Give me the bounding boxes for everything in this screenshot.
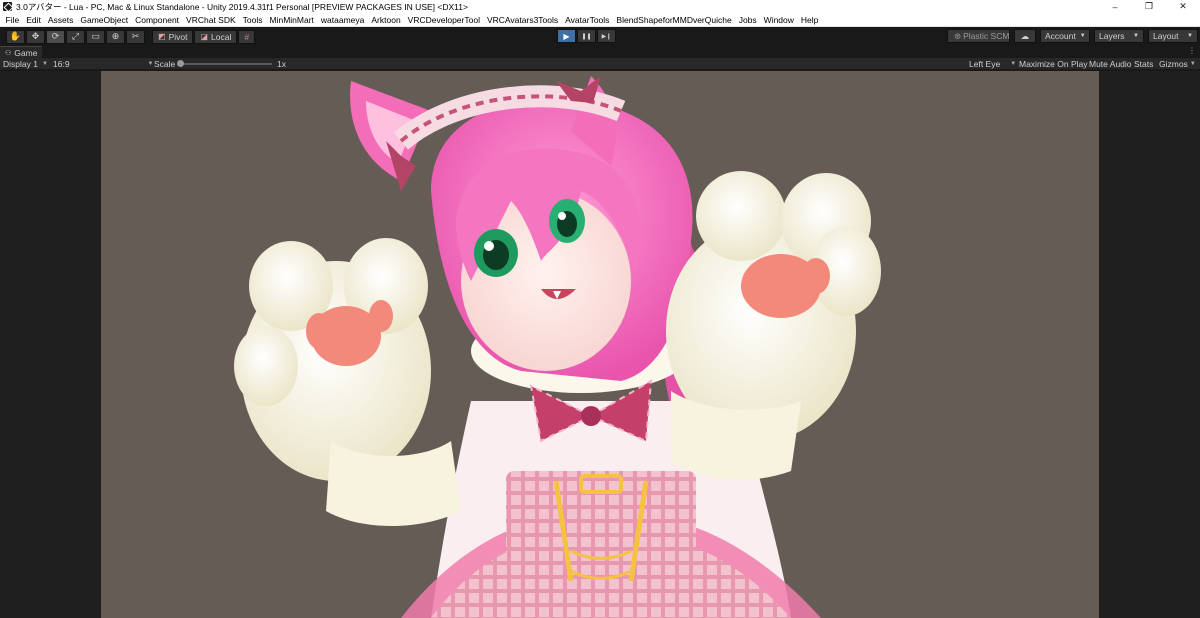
transform-tool-icon[interactable]: ⊕ (106, 29, 125, 44)
game-render-view[interactable] (101, 71, 1099, 618)
layers-dropdown[interactable]: Layers ▼ (1094, 29, 1144, 43)
rect-tool-icon[interactable]: ▭ (86, 29, 105, 44)
eye-dropdown[interactable]: Left Eye ▼ (969, 59, 1016, 69)
window-controls: – ❐ ✕ (1098, 0, 1200, 13)
menu-wataameya[interactable]: wataameya (317, 15, 367, 25)
title-bar: 3.0アバター - Lua - PC, Mac & Linux Standalo… (0, 0, 1200, 13)
gizmos-dropdown[interactable]: Gizmos ▼ (1159, 59, 1196, 69)
menu-blendshape[interactable]: BlendShapeforMMDverQuiche (613, 15, 735, 25)
menu-bar: File Edit Assets GameObject Component VR… (0, 13, 1200, 27)
tab-game[interactable]: ⚇ Game (0, 46, 42, 58)
menu-assets[interactable]: Assets (44, 15, 77, 25)
pivot-toggle-button[interactable]: ◩ Pivot (152, 29, 194, 44)
window-title: 3.0アバター - Lua - PC, Mac & Linux Standalo… (16, 1, 468, 12)
chevron-down-icon: ▼ (41, 61, 48, 67)
hand-tool-icon[interactable]: ✋ (6, 29, 25, 44)
tab-bar: ⚇ Game ⋮ (0, 46, 1200, 58)
mute-audio-toggle[interactable]: Mute Audio (1089, 59, 1132, 69)
menu-tools[interactable]: Tools (239, 15, 266, 25)
menu-window[interactable]: Window (760, 15, 797, 25)
chevron-down-icon: ▼ (1010, 61, 1017, 67)
scale-value: 1x (277, 59, 286, 69)
rotate-tool-icon[interactable]: ⟳ (46, 29, 65, 44)
game-view-toolbar: Display 1 ▼ 16:9 ▼ Scale 1x Left Eye ▼ Maxi… (0, 58, 1200, 70)
play-controls: ▶ ❚❚ ▶❙ (557, 29, 617, 43)
unity-logo-icon (3, 2, 12, 11)
menu-vrcavatars3tools[interactable]: VRCAvatars3Tools (483, 15, 561, 25)
menu-jobs[interactable]: Jobs (735, 15, 760, 25)
plastic-icon: ⊛ (954, 30, 962, 41)
menu-component[interactable]: Component (132, 15, 183, 25)
main-toolbar: ✋ ✥ ⟳ ⤢ ▭ ⊕ ✂ ◩ Pivot ◪ Local # ▶ ❚❚ ▶❙ ⊛ P… (0, 27, 1200, 46)
maximize-on-play-toggle[interactable]: Maximize On Play (1019, 59, 1088, 69)
menu-help[interactable]: Help (797, 15, 821, 25)
pivot-icon: ◩ (158, 32, 166, 41)
menu-avatartools[interactable]: AvatarTools (562, 15, 613, 25)
account-dropdown[interactable]: Account ▼ (1040, 29, 1090, 43)
step-button[interactable]: ▶❙ (597, 29, 616, 43)
chevron-down-icon: ▼ (1133, 33, 1139, 39)
menu-edit[interactable]: Edit (23, 15, 45, 25)
aspect-dropdown[interactable]: 16:9 ▼ (53, 59, 154, 69)
menu-arktoon[interactable]: Arktoon (368, 15, 404, 25)
display-dropdown[interactable]: Display 1 ▼ (3, 59, 48, 69)
close-button[interactable]: ✕ (1166, 0, 1200, 13)
menu-vrcdevelopertool[interactable]: VRCDeveloperTool (404, 15, 483, 25)
scale-slider-handle[interactable] (177, 60, 184, 67)
gamepad-icon: ⚇ (5, 49, 12, 57)
right-toolbar: ⊛ Plastic SCM ☁ Account ▼ Layers ▼ Layout ▼ (947, 29, 1200, 43)
corset (506, 471, 696, 581)
chevron-down-icon: ▼ (147, 61, 154, 67)
menu-gameobject[interactable]: GameObject (77, 15, 132, 25)
scale-slider-track[interactable] (180, 63, 272, 65)
menu-minminmart[interactable]: MinMinMart (266, 15, 317, 25)
kebab-menu-icon[interactable]: ⋮ (1188, 46, 1196, 55)
play-button[interactable]: ▶ (557, 29, 576, 43)
menu-file[interactable]: File (2, 15, 23, 25)
pause-button[interactable]: ❚❚ (577, 29, 596, 43)
chevron-down-icon: ▼ (1189, 61, 1196, 67)
scale-tool-icon[interactable]: ⤢ (66, 29, 85, 44)
chevron-down-icon: ▼ (1079, 33, 1086, 39)
pivot-group: ◩ Pivot ◪ Local # (151, 29, 256, 44)
custom-tool-icon[interactable]: ✂ (126, 29, 145, 44)
chevron-down-icon: ▼ (1187, 33, 1193, 39)
local-toggle-button[interactable]: ◪ Local (194, 29, 238, 44)
cloud-icon[interactable]: ☁ (1014, 29, 1036, 43)
transform-tools: ✋ ✥ ⟳ ⤢ ▭ ⊕ ✂ (5, 29, 145, 44)
grid-snap-icon[interactable]: # (238, 29, 256, 44)
layout-dropdown[interactable]: Layout ▼ (1148, 29, 1198, 43)
scale-label: Scale (154, 59, 176, 69)
move-tool-icon[interactable]: ✥ (26, 29, 45, 44)
stats-toggle[interactable]: Stats (1134, 59, 1153, 69)
avatar-render (234, 76, 881, 618)
maximize-button[interactable]: ❐ (1132, 0, 1166, 13)
plastic-scm-button[interactable]: ⊛ Plastic SCM (947, 29, 1010, 43)
local-icon: ◪ (200, 32, 209, 41)
minimize-button[interactable]: – (1098, 0, 1132, 13)
menu-vrchat-sdk[interactable]: VRChat SDK (183, 15, 240, 25)
